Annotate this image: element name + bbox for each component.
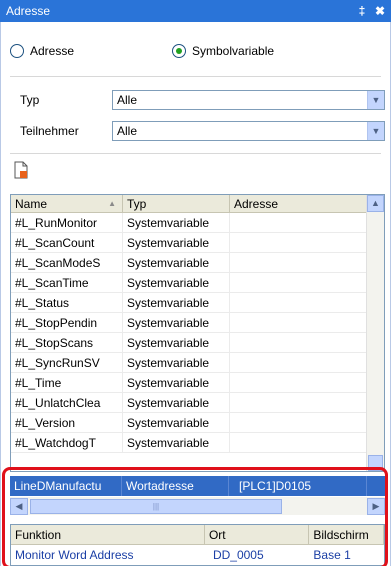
row-type-cell: Systemvariable — [123, 353, 230, 372]
row-type-cell: Systemvariable — [123, 433, 230, 452]
symbol-grid: Name ▲ Typ Adresse #L_RunMonitor Systemva… — [10, 194, 385, 472]
row-name-cell: #L_ScanCount — [11, 233, 123, 252]
separator — [10, 76, 381, 77]
scrollbar-thumb[interactable]: ||| — [30, 498, 282, 514]
row-address-cell — [230, 353, 368, 372]
row-type-cell: Systemvariable — [123, 233, 230, 252]
scroll-right-icon[interactable]: ▶ — [367, 497, 385, 515]
row-address-cell — [230, 273, 368, 292]
new-document-icon[interactable] — [14, 161, 28, 179]
horizontal-scrollbar[interactable]: ◀ ||| ▶ — [10, 497, 385, 515]
table-row[interactable]: #L_ScanCount Systemvariable — [11, 233, 368, 253]
row-address-cell — [230, 333, 368, 352]
panel-titlebar: Adresse ‡ ✖ — [0, 0, 391, 22]
table-row[interactable]: #L_ScanTime Systemvariable — [11, 273, 368, 293]
scrollbar-thumb[interactable] — [368, 455, 383, 471]
sort-ascending-icon: ▲ — [108, 199, 116, 208]
table-row[interactable]: #L_Status Systemvariable — [11, 293, 368, 313]
row-address-cell — [230, 413, 368, 432]
usage-function: Monitor Word Address — [15, 548, 134, 562]
row-name-cell: #L_RunMonitor — [11, 213, 123, 232]
participant-label: Teilnehmer — [20, 124, 79, 138]
row-name-cell: #L_WatchdogT — [11, 433, 123, 452]
type-dropdown-value: Alle — [117, 93, 138, 107]
column-header-screen[interactable]: Bildschirm — [309, 525, 384, 544]
row-address-cell — [230, 253, 368, 272]
selected-row-name: LineDManufactu — [10, 476, 122, 496]
radio-symbol-variable-circle[interactable] — [172, 44, 186, 58]
table-row[interactable]: #L_StopScans Systemvariable — [11, 333, 368, 353]
row-name-cell: #L_ScanModeS — [11, 253, 123, 272]
radio-address-circle[interactable] — [10, 44, 24, 58]
usage-screen: Base 1 — [313, 548, 351, 562]
usage-row[interactable]: Monitor Word Address DD_0005 Base 1 — [11, 545, 384, 565]
row-type-cell: Systemvariable — [123, 313, 230, 332]
row-name-cell: #L_UnlatchClea — [11, 393, 123, 412]
radio-address-label: Adresse — [30, 44, 75, 58]
row-type-cell: Systemvariable — [123, 213, 230, 232]
row-name-cell: #L_ScanTime — [11, 273, 123, 292]
chevron-down-icon[interactable]: ▼ — [367, 122, 384, 140]
row-address-cell — [230, 393, 368, 412]
table-row[interactable]: #L_RunMonitor Systemvariable — [11, 213, 368, 233]
row-name-cell: #L_Version — [11, 413, 123, 432]
row-name-cell: #L_SyncRunSV — [11, 353, 123, 372]
separator — [10, 153, 381, 154]
panel-title: Adresse — [6, 4, 51, 18]
type-dropdown[interactable]: Alle ▼ — [112, 90, 385, 110]
table-row[interactable]: #L_SyncRunSV Systemvariable — [11, 353, 368, 373]
row-type-cell: Systemvariable — [123, 413, 230, 432]
usage-header: Funktion Ort Bildschirm — [11, 525, 384, 545]
column-header-function[interactable]: Funktion — [11, 525, 205, 544]
table-row[interactable]: #L_UnlatchClea Systemvariable — [11, 393, 368, 413]
row-address-cell — [230, 233, 368, 252]
table-row[interactable]: #L_WatchdogT Systemvariable — [11, 433, 368, 453]
radio-symbol-variable[interactable]: Symbolvariable — [172, 44, 274, 58]
row-address-cell — [230, 293, 368, 312]
row-type-cell: Systemvariable — [123, 253, 230, 272]
radio-address[interactable]: Adresse — [10, 44, 74, 58]
scrollbar-track[interactable]: ||| — [28, 498, 367, 515]
row-name-cell: #L_Time — [11, 373, 123, 392]
vertical-scrollbar[interactable]: ▲ — [366, 195, 384, 471]
usage-table: Funktion Ort Bildschirm Monitor Word Add… — [10, 524, 385, 566]
selected-row-type: Wortadresse — [122, 476, 229, 496]
grid-rows: #L_RunMonitor Systemvariable #L_ScanCount S… — [11, 213, 368, 453]
row-address-cell — [230, 313, 368, 332]
row-type-cell: Systemvariable — [123, 273, 230, 292]
chevron-down-icon[interactable]: ▼ — [367, 91, 384, 109]
row-name-cell: #L_Status — [11, 293, 123, 312]
row-type-cell: Systemvariable — [123, 333, 230, 352]
column-header-name[interactable]: Name ▲ — [11, 195, 123, 213]
row-name-cell: #L_StopScans — [11, 333, 123, 352]
selected-row-address: [PLC1]D0105 — [229, 476, 367, 496]
row-type-cell: Systemvariable — [123, 393, 230, 412]
table-row[interactable]: #L_Time Systemvariable — [11, 373, 368, 393]
usage-location: DD_0005 — [212, 548, 264, 562]
close-icon[interactable]: ✖ — [373, 4, 387, 18]
row-address-cell — [230, 373, 368, 392]
row-type-cell: Systemvariable — [123, 373, 230, 392]
row-name-cell: #L_StopPendin — [11, 313, 123, 332]
column-header-address[interactable]: Adresse — [230, 195, 368, 213]
type-label: Typ — [20, 93, 40, 107]
pin-icon[interactable]: ‡ — [355, 4, 369, 18]
scroll-up-icon[interactable]: ▲ — [367, 195, 384, 212]
table-row[interactable]: #L_ScanModeS Systemvariable — [11, 253, 368, 273]
grid-header: Name ▲ Typ Adresse — [11, 195, 384, 213]
participant-dropdown[interactable]: Alle ▼ — [112, 121, 385, 141]
column-header-type[interactable]: Typ — [123, 195, 230, 213]
row-address-cell — [230, 213, 368, 232]
scroll-left-icon[interactable]: ◀ — [10, 497, 28, 515]
table-row[interactable]: #L_StopPendin Systemvariable — [11, 313, 368, 333]
selected-row[interactable]: LineDManufactu Wortadresse [PLC1]D0105 — [10, 476, 385, 496]
row-address-cell — [230, 433, 368, 452]
table-row[interactable]: #L_Version Systemvariable — [11, 413, 368, 433]
radio-symbol-variable-label: Symbolvariable — [192, 44, 275, 58]
participant-dropdown-value: Alle — [117, 124, 138, 138]
row-type-cell: Systemvariable — [123, 293, 230, 312]
column-header-location[interactable]: Ort — [205, 525, 310, 544]
